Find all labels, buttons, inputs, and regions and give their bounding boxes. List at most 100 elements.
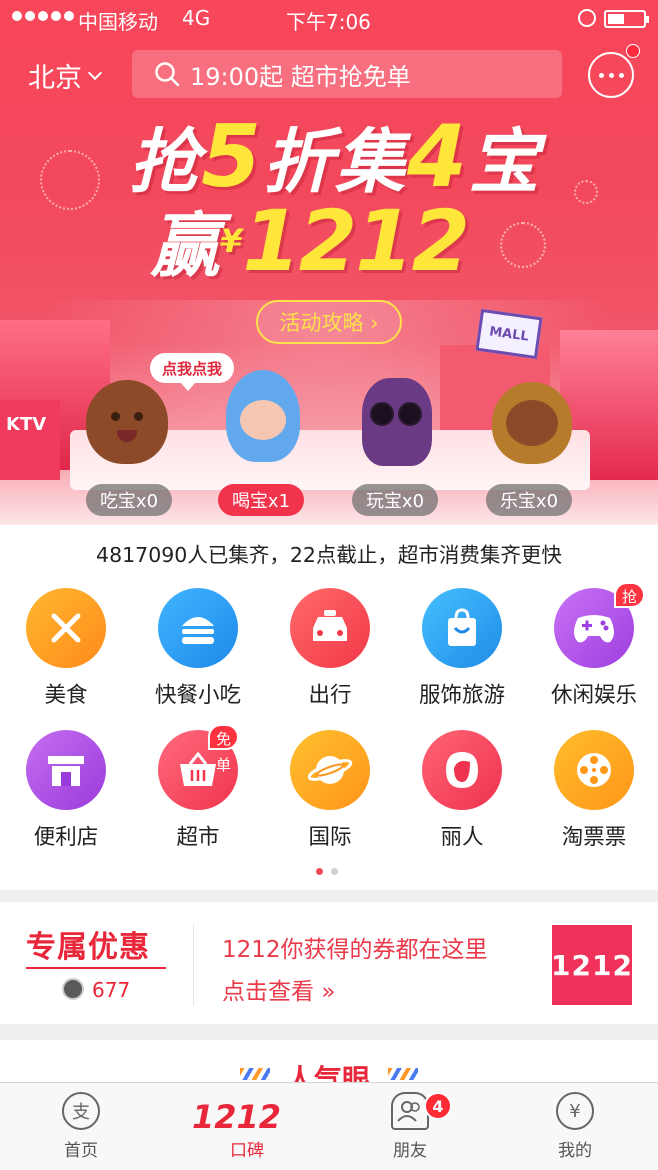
tab-mine[interactable]: ¥ 我的	[520, 1092, 630, 1161]
headline-text: 折集	[263, 121, 407, 203]
category-travel[interactable]: 出行	[264, 588, 396, 709]
counter-eat[interactable]: 吃宝x0	[86, 484, 172, 516]
category-food[interactable]: 美食	[0, 588, 132, 709]
status-bar: 中国移动 4G 下午7:06	[0, 0, 658, 38]
dot-icon	[598, 72, 604, 78]
eat-mascot[interactable]	[86, 380, 168, 464]
promo-1212-tile[interactable]: 1212	[551, 925, 632, 1005]
category-convenience-store[interactable]: 便利店	[0, 730, 132, 851]
headline-text: 抢	[129, 121, 202, 203]
free-order-badge: 免单	[208, 724, 240, 774]
dot-icon	[608, 72, 614, 78]
1212-logo-icon: 1212	[192, 1098, 282, 1136]
category-label: 快餐小吃	[154, 683, 241, 708]
double-chevron-right-icon: »	[321, 979, 336, 1005]
headline-line2: 赢¥1212	[150, 196, 510, 291]
signal-dots-icon	[12, 11, 74, 21]
firework-decoration	[574, 180, 598, 204]
film-reel-icon	[554, 730, 634, 810]
mall-sign: MALL	[475, 308, 543, 360]
building-left-small	[0, 400, 60, 480]
drink-mascot[interactable]	[226, 370, 300, 462]
dot-icon	[618, 72, 624, 78]
category-label: 淘票票	[561, 825, 627, 850]
promo-count: 677	[92, 978, 131, 1002]
friends-badge: 4	[424, 1092, 452, 1120]
basket-icon: 免单	[158, 724, 240, 810]
tab-label: 首页	[64, 1141, 98, 1161]
battery-icon	[604, 10, 649, 28]
city-name: 北京	[28, 63, 82, 94]
stripe-decoration	[388, 1068, 418, 1080]
page-dot-active	[316, 868, 323, 875]
store-icon	[26, 730, 106, 810]
promo-title: 专属优惠	[26, 930, 150, 965]
category-leisure[interactable]: 抢 休闲娱乐	[528, 582, 658, 709]
tab-home[interactable]: 支 首页	[26, 1092, 136, 1161]
fork-knife-icon	[26, 588, 106, 668]
category-movie-tickets[interactable]: 淘票票	[528, 730, 658, 851]
stripe-decoration	[240, 1068, 270, 1080]
gamepad-icon: 抢	[554, 582, 646, 668]
carrier-name: 中国移动	[78, 10, 158, 34]
tab-label: 朋友	[393, 1141, 427, 1161]
category-supermarket[interactable]: 免单 超市	[132, 724, 264, 851]
promo-description: 1212你获得的券都在这里	[222, 937, 488, 963]
clock: 下午7:06	[286, 10, 371, 34]
planet-icon	[290, 730, 370, 810]
burger-icon	[158, 588, 238, 668]
counter-drink[interactable]: 喝宝x1	[218, 484, 304, 516]
friends-icon	[391, 1092, 429, 1130]
ktv-sign: KTV	[6, 414, 47, 435]
view-coupons-link[interactable]: 点击查看 »	[222, 972, 335, 1006]
rotation-lock-icon	[578, 9, 596, 27]
tab-label: 口碑	[230, 1141, 264, 1161]
category-label: 美食	[44, 683, 88, 708]
headline-text: 赢	[150, 205, 220, 287]
play-mascot[interactable]	[362, 378, 432, 466]
promo-divider	[193, 924, 194, 1006]
view-link-label: 点击查看	[222, 979, 314, 1005]
collect-notice: 4817090人已集齐，22点截止，超市消费集齐更快	[96, 543, 562, 567]
alipay-home-icon: 支	[62, 1092, 100, 1130]
category-label: 出行	[308, 683, 352, 708]
category-label: 国际	[308, 825, 352, 850]
search-placeholder: 19:00起 超市抢免单	[190, 62, 411, 91]
page-indicator	[316, 868, 338, 875]
category-beauty[interactable]: 丽人	[396, 730, 528, 851]
woman-icon	[422, 730, 502, 810]
firework-decoration	[40, 150, 100, 210]
category-international[interactable]: 国际	[264, 730, 396, 851]
network-type: 4G	[182, 6, 211, 30]
notification-dot	[626, 44, 640, 58]
grab-badge: 抢	[614, 582, 646, 608]
category-fastfood[interactable]: 快餐小吃	[132, 588, 264, 709]
page-dot	[331, 868, 338, 875]
category-label: 丽人	[440, 825, 484, 850]
search-bar[interactable]: 19:00起 超市抢免单	[132, 50, 562, 98]
fun-mascot[interactable]	[492, 382, 572, 464]
counter-fun[interactable]: 乐宝x0	[486, 484, 572, 516]
chevron-down-icon	[87, 65, 103, 80]
avatar	[62, 978, 84, 1000]
search-icon	[155, 62, 180, 87]
category-fashion[interactable]: 服饰旅游	[396, 588, 528, 709]
prize-amount: 1212	[242, 192, 470, 290]
section-divider	[0, 890, 658, 902]
activity-guide-button[interactable]: 活动攻略 ›	[256, 300, 402, 344]
category-label: 休闲娱乐	[550, 683, 637, 708]
yen-icon: ¥	[556, 1092, 594, 1130]
promo-underline	[26, 967, 166, 969]
shopping-bag-icon	[422, 588, 502, 668]
category-label: 便利店	[33, 825, 99, 850]
category-label: 超市	[176, 825, 220, 850]
headline-text: 宝	[468, 121, 541, 203]
category-label: 服饰旅游	[418, 683, 505, 708]
tab-label: 我的	[558, 1141, 592, 1161]
counter-play[interactable]: 玩宝x0	[352, 484, 438, 516]
city-selector[interactable]: 北京	[28, 56, 103, 95]
currency-symbol: ¥	[220, 222, 243, 260]
more-button[interactable]	[588, 52, 634, 98]
section-divider	[0, 1024, 658, 1040]
speech-bubble[interactable]: 点我点我	[150, 353, 234, 391]
